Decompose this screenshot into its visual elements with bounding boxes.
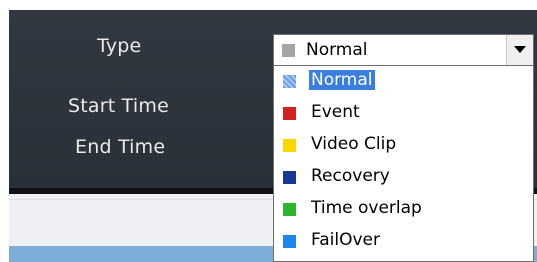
option-color-swatch xyxy=(283,203,296,216)
type-color-swatch xyxy=(282,44,295,57)
option-label: Video Clip xyxy=(311,134,397,154)
chevron-down-icon xyxy=(514,46,526,53)
option-label: Time overlap xyxy=(311,198,422,218)
start-time-label: Start Time xyxy=(68,95,169,117)
dropdown-arrow-button[interactable] xyxy=(506,35,533,65)
option-color-swatch xyxy=(283,75,296,88)
type-dropdown-list: Normal Event Video Clip Recovery Time ov… xyxy=(273,66,534,262)
option-color-swatch xyxy=(283,139,296,152)
type-option-recovery[interactable]: Recovery xyxy=(274,162,533,193)
type-select[interactable]: Normal xyxy=(273,34,534,66)
option-label: Event xyxy=(311,102,360,122)
top-margin xyxy=(0,0,537,10)
type-option-event[interactable]: Event xyxy=(274,98,533,129)
type-option-failover[interactable]: FailOver xyxy=(274,226,533,257)
option-color-swatch xyxy=(283,107,296,120)
end-time-label: End Time xyxy=(75,136,166,158)
playback-search-panel: Type Start Time End Time Normal Normal E… xyxy=(0,0,537,262)
option-label: Normal xyxy=(309,70,375,90)
type-option-normal[interactable]: Normal xyxy=(274,66,533,97)
option-color-swatch xyxy=(283,235,296,248)
option-label: Recovery xyxy=(311,166,390,186)
type-option-time-overlap[interactable]: Time overlap xyxy=(274,194,533,225)
type-label: Type xyxy=(97,35,142,57)
type-select-value: Normal xyxy=(306,40,368,60)
left-margin xyxy=(0,0,9,262)
option-color-swatch xyxy=(283,171,296,184)
type-option-video-clip[interactable]: Video Clip xyxy=(274,130,533,161)
option-label: FailOver xyxy=(311,230,380,250)
